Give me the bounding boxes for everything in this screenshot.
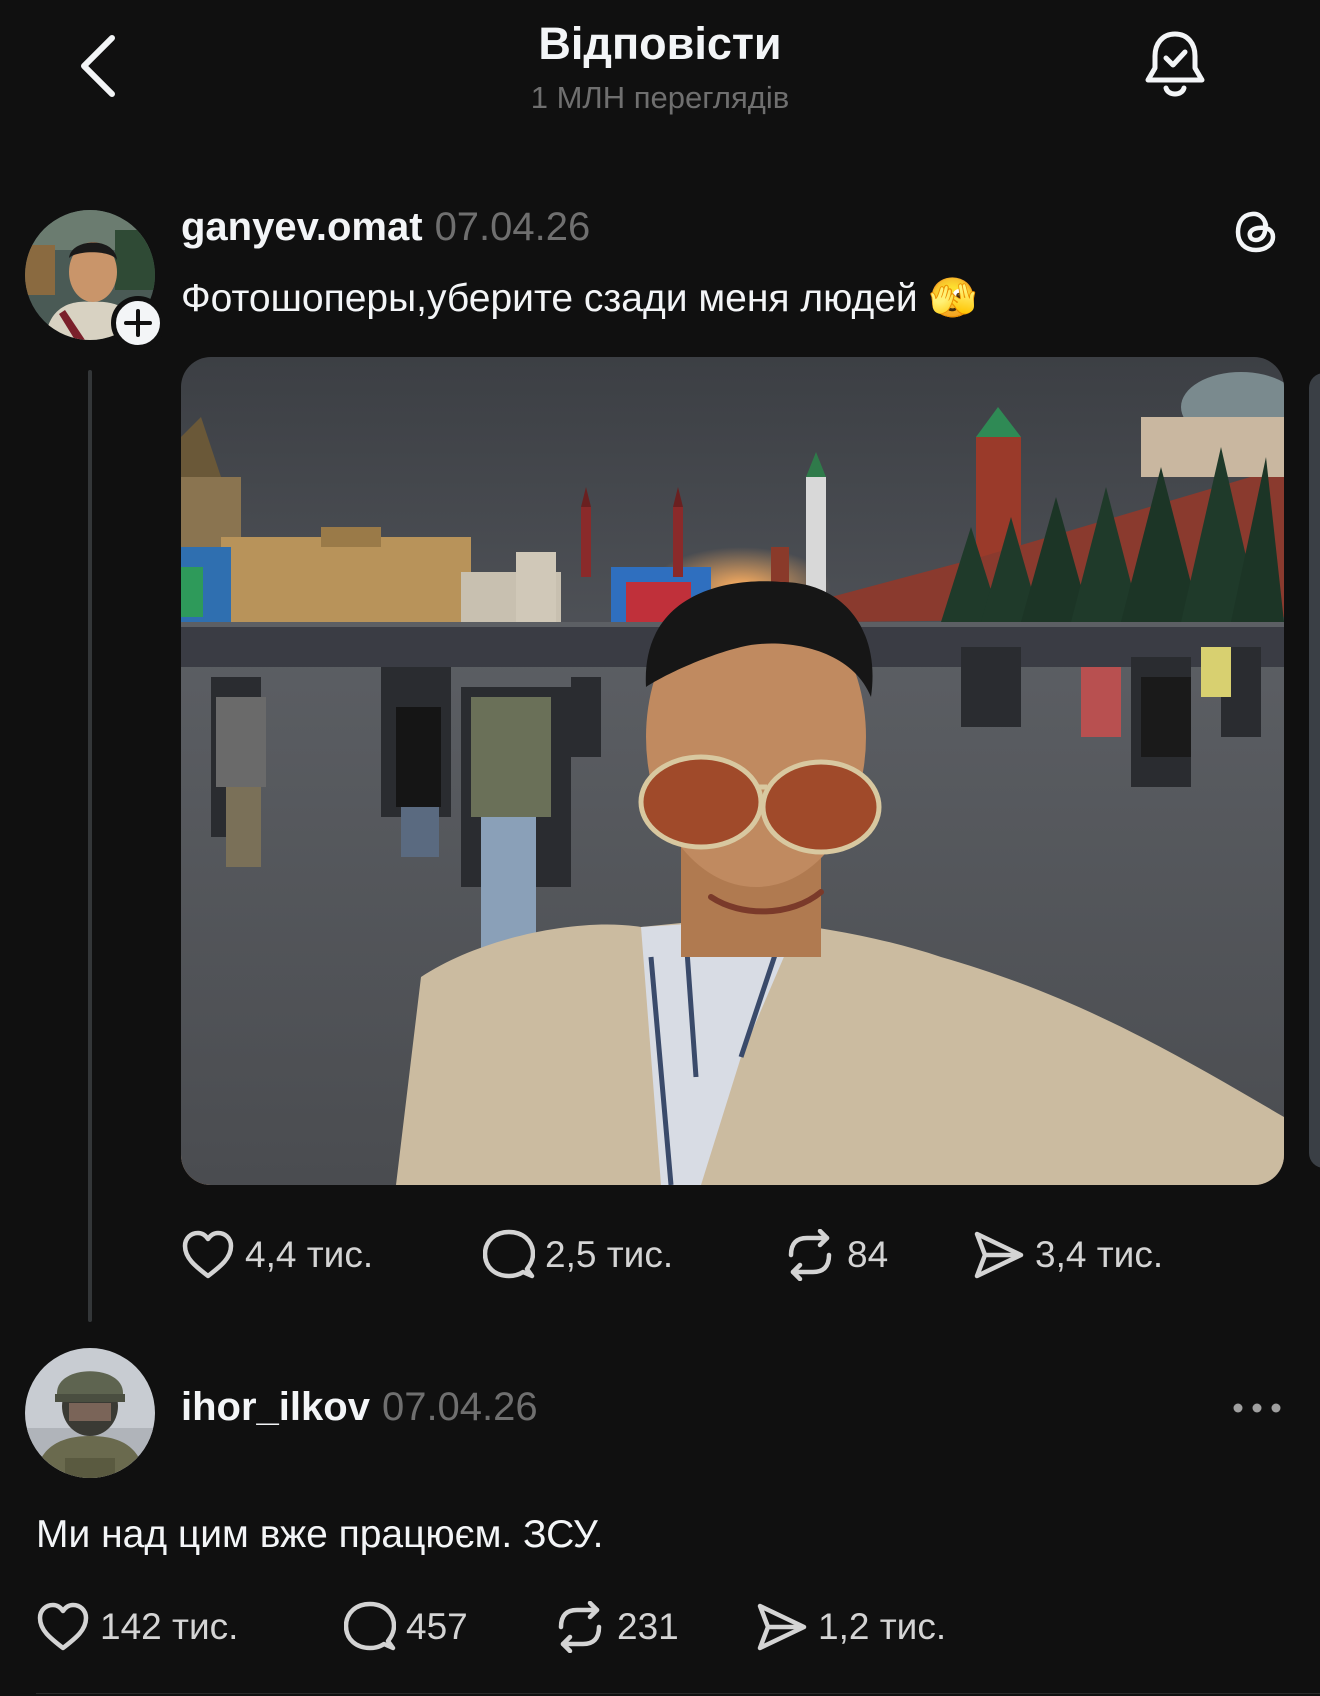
view-count: 1 МЛН переглядів bbox=[530, 80, 790, 115]
comment-icon bbox=[344, 1601, 396, 1651]
reply-count: 457 bbox=[406, 1606, 468, 1647]
reply-author: ihor_ilkov 07.04.26 bbox=[181, 1385, 538, 1430]
send-icon bbox=[757, 1603, 807, 1651]
more-dots-icon bbox=[1233, 1403, 1281, 1413]
threads-logo-icon bbox=[1235, 211, 1276, 253]
reply-actions: 142 тис. 457 231 1,2 тис. bbox=[36, 1597, 1286, 1657]
more-options-button[interactable] bbox=[1232, 1393, 1282, 1423]
repost-button[interactable]: 84 bbox=[783, 1225, 888, 1285]
heart-icon bbox=[37, 1602, 89, 1651]
page-title: Відповісти bbox=[538, 18, 782, 69]
follow-button[interactable] bbox=[111, 296, 165, 350]
like-count: 142 тис. bbox=[100, 1606, 239, 1647]
post-actions: 4,4 тис. 2,5 тис. 84 3,4 тис. bbox=[181, 1225, 1284, 1285]
reply-button[interactable]: 457 bbox=[344, 1597, 468, 1657]
repost-count: 231 bbox=[617, 1606, 679, 1647]
bell-check-icon bbox=[1145, 31, 1205, 97]
like-button[interactable]: 142 тис. bbox=[36, 1597, 238, 1657]
thread-line bbox=[88, 370, 92, 1322]
send-icon bbox=[974, 1231, 1024, 1279]
reply-count: 2,5 тис. bbox=[545, 1234, 674, 1275]
reply-date: 07.04.26 bbox=[381, 1385, 538, 1429]
heart-icon bbox=[182, 1230, 234, 1279]
reply-button[interactable]: 2,5 тис. bbox=[483, 1225, 673, 1285]
repost-count: 84 bbox=[847, 1234, 889, 1275]
thread-page: Відповісти 1 МЛН переглядів ganyev.omat … bbox=[0, 0, 1320, 1696]
next-photo-preview[interactable] bbox=[1309, 373, 1320, 1168]
post-date: 07.04.26 bbox=[434, 205, 591, 249]
post-author: ganyev.omat 07.04.26 bbox=[181, 205, 590, 250]
share-count: 3,4 тис. bbox=[1035, 1234, 1164, 1275]
avatar-ihor-ilkov[interactable] bbox=[25, 1348, 155, 1478]
share-button[interactable]: 3,4 тис. bbox=[973, 1225, 1163, 1285]
repost-icon bbox=[558, 1601, 602, 1653]
post-photo[interactable] bbox=[181, 357, 1284, 1185]
like-button[interactable]: 4,4 тис. bbox=[181, 1225, 373, 1285]
username[interactable]: ganyev.omat bbox=[181, 205, 423, 249]
repost-icon bbox=[788, 1229, 832, 1281]
repost-button[interactable]: 231 bbox=[553, 1597, 679, 1657]
share-button[interactable]: 1,2 тис. bbox=[756, 1597, 946, 1657]
selfie-image bbox=[181, 357, 1284, 1185]
share-count: 1,2 тис. bbox=[818, 1606, 947, 1647]
avatar-photo bbox=[25, 1348, 155, 1478]
top-bar: Відповісти 1 МЛН переглядів bbox=[0, 0, 1320, 130]
divider bbox=[36, 1693, 1320, 1694]
threads-logo-button[interactable] bbox=[1230, 205, 1282, 257]
notify-button[interactable] bbox=[1140, 28, 1210, 104]
post-text: Фотошоперы,уберите сзади меня людей 🫣 bbox=[181, 277, 978, 320]
username[interactable]: ihor_ilkov bbox=[181, 1385, 370, 1429]
plus-icon bbox=[124, 309, 152, 337]
reply-text: Ми над цим вже працюєм. ЗСУ. bbox=[36, 1513, 604, 1556]
comment-icon bbox=[483, 1229, 535, 1279]
like-count: 4,4 тис. bbox=[245, 1234, 374, 1275]
